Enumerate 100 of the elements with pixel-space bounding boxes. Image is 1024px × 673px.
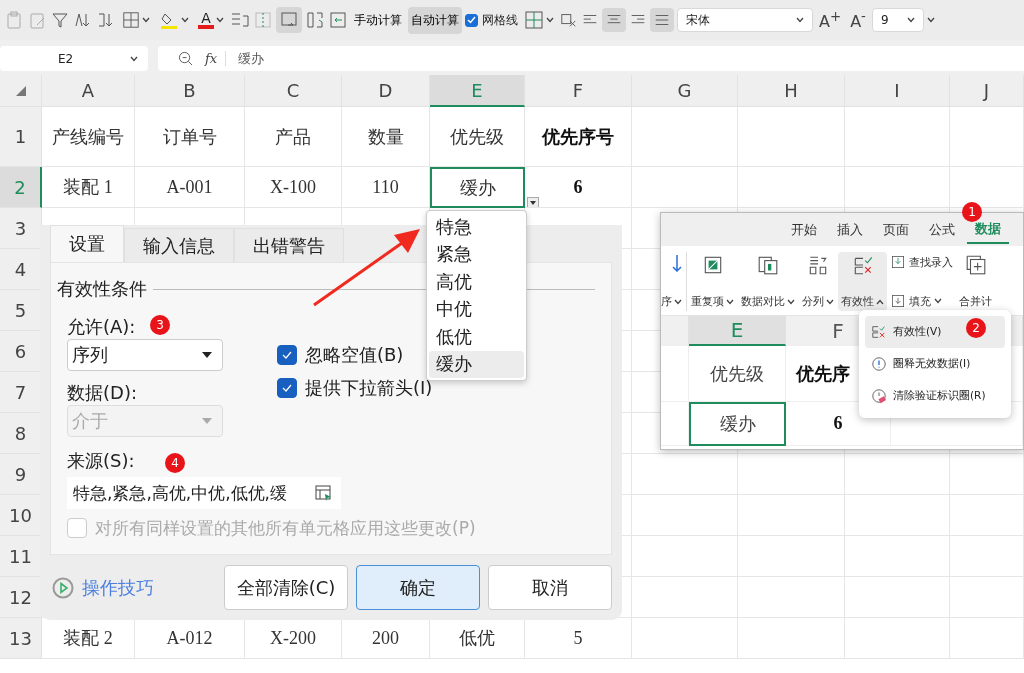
table-cell: 优先级 — [430, 107, 525, 167]
ribbon-button[interactable]: 重复项 — [688, 252, 737, 311]
dropdown-option[interactable]: 紧急 — [429, 240, 524, 268]
clear-format-icon[interactable] — [560, 11, 578, 29]
check-icon — [281, 350, 293, 360]
caret-icon — [546, 17, 554, 23]
row-header[interactable]: 9 — [0, 454, 42, 495]
dropdown-option[interactable]: 特急 — [429, 213, 524, 241]
dropdown-option[interactable]: 高优 — [429, 268, 524, 296]
option-checkbox[interactable] — [277, 345, 297, 365]
ribbon-button[interactable]: 有效性 — [838, 252, 887, 311]
column-header[interactable]: A — [42, 75, 135, 107]
column-header[interactable]: B — [135, 75, 245, 107]
dialog-tab[interactable]: 设置 — [50, 225, 124, 262]
ribbon-button[interactable]: 分列 — [799, 252, 837, 311]
dialog-button[interactable]: 取消 — [488, 565, 612, 610]
dialog-button[interactable]: 全部清除(C) — [224, 565, 348, 610]
cell-style-icon[interactable] — [524, 10, 544, 30]
name-box[interactable]: E2 — [0, 46, 148, 71]
rotate-cells-icon[interactable] — [305, 10, 325, 30]
select-all-icon[interactable] — [15, 85, 26, 96]
caret-icon — [202, 352, 212, 358]
column-header[interactable]: G — [632, 75, 738, 107]
dialog-tab[interactable]: 出错警告 — [234, 228, 344, 262]
dropdown-option[interactable]: 低优 — [429, 323, 524, 351]
caret-icon — [130, 55, 138, 62]
ribbon-tab[interactable]: 插入 — [829, 216, 871, 243]
caret-icon — [826, 298, 834, 305]
gridlines-label: 网格线 — [482, 11, 518, 29]
table-cell: A-001 — [135, 167, 245, 208]
table-cell: 装配 1 — [42, 167, 135, 208]
dropdown-option[interactable]: 中优 — [429, 295, 524, 323]
row-header[interactable]: 11 — [0, 536, 42, 577]
font-name-field[interactable]: 宋体 — [677, 8, 813, 32]
row-header[interactable]: 13 — [0, 618, 42, 659]
circle-eraser-icon — [871, 388, 887, 404]
allow-select[interactable]: 序列 — [67, 339, 223, 371]
dialog-tab[interactable]: 输入信息 — [124, 228, 234, 262]
font-size-field[interactable]: 9 — [871, 8, 924, 32]
option-checkbox[interactable] — [277, 378, 297, 398]
table-border-icon[interactable] — [122, 11, 140, 29]
font-color-button[interactable]: A — [198, 11, 214, 29]
row-header[interactable]: 1 — [0, 107, 42, 167]
step-badge: 1 — [962, 202, 982, 222]
ribbon-button[interactable]: 填充 — [888, 291, 955, 311]
caret-icon — [796, 17, 804, 23]
row-header[interactable]: 7 — [0, 372, 42, 413]
row-header[interactable]: 6 — [0, 331, 42, 372]
ribbon-tab[interactable]: 公式 — [921, 216, 963, 243]
clipboard-pen-icon[interactable] — [27, 10, 47, 30]
filter-icon[interactable] — [50, 10, 70, 30]
ribbon-tab[interactable]: 开始 — [783, 216, 825, 243]
expand-icon — [926, 17, 935, 23]
decrease-font-button[interactable]: A$^{-}$ — [847, 8, 869, 32]
ribbon-button[interactable]: 合并计 — [956, 252, 995, 311]
calc-mode-button[interactable]: 手动计算 — [351, 6, 405, 34]
row-header[interactable]: 12 — [0, 577, 42, 618]
ribbon-button[interactable]: 序 — [661, 252, 687, 311]
column-header[interactable]: J — [950, 75, 1024, 107]
function-button[interactable]: fx — [205, 51, 227, 66]
column-header[interactable]: D — [342, 75, 430, 107]
formula-input[interactable]: 缓办 — [238, 49, 265, 68]
table-cell: 110 — [342, 167, 430, 208]
table-cell: 订单号 — [135, 107, 245, 167]
download-box-icon — [890, 254, 906, 270]
check-icon — [281, 383, 293, 393]
clipboard-icon[interactable] — [4, 10, 24, 30]
row-header[interactable]: 3 — [0, 208, 42, 249]
text-lines-icon[interactable] — [230, 10, 250, 30]
ribbon-button[interactable]: 查找录入 — [888, 252, 955, 272]
gridlines-checkbox[interactable] — [465, 13, 478, 27]
source-field[interactable]: 特急,紧急,高优,中优,低优,缓 — [67, 477, 341, 509]
row-header[interactable]: 5 — [0, 290, 42, 331]
column-header[interactable]: H — [738, 75, 845, 107]
caret-icon — [726, 298, 734, 305]
row-header[interactable]: 8 — [0, 413, 42, 454]
apply-all-label: 对所有同样设置的其他所有单元格应用这些更改(P) — [95, 516, 476, 540]
section-title: 有效性条件 — [57, 277, 147, 301]
zoom-icon[interactable] — [178, 51, 193, 66]
checklist-icon — [871, 324, 887, 340]
play-circle-icon — [52, 576, 74, 599]
column-header[interactable]: I — [845, 75, 950, 107]
check-icon — [467, 16, 476, 24]
row-header[interactable]: 10 — [0, 495, 42, 536]
cell-dropdown-button[interactable] — [527, 197, 539, 208]
row-header[interactable]: 4 — [0, 249, 42, 290]
increase-font-button[interactable]: A$^{+}$ — [816, 8, 845, 32]
table-cell: 产线编号 — [42, 107, 135, 167]
column-header[interactable]: F — [525, 75, 632, 107]
merge-cells-icon[interactable] — [253, 10, 273, 30]
ribbon-button[interactable]: 数据对比 — [738, 252, 798, 311]
dropdown-option[interactable]: 缓办 — [429, 350, 524, 378]
dialog-button[interactable]: 确定 — [356, 565, 480, 610]
ribbon-tab[interactable]: 页面 — [875, 216, 917, 243]
caret-icon — [934, 298, 942, 304]
calc-mode-button[interactable]: 自动计算 — [408, 6, 462, 34]
range-picker-icon[interactable] — [315, 484, 333, 502]
sort-arrow-icon — [672, 254, 682, 272]
overlapping-squares-icon — [757, 254, 779, 276]
column-header[interactable]: C — [245, 75, 342, 107]
